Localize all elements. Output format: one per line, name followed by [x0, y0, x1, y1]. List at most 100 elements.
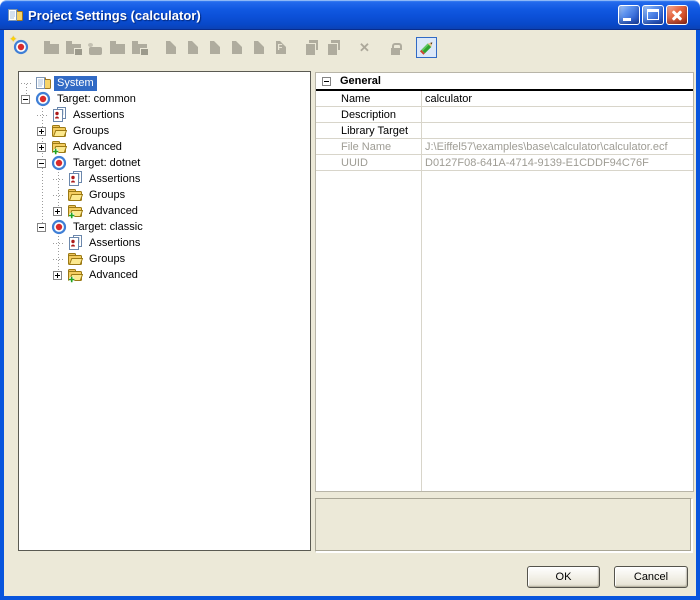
document-icon	[166, 41, 176, 54]
tree-connector	[53, 259, 65, 260]
tree-item-target-common[interactable]: Target: common	[19, 91, 310, 107]
folder-plus-icon	[67, 267, 83, 283]
tree-item-assertions[interactable]: Assertions	[19, 107, 310, 123]
folder-button-2	[107, 37, 128, 58]
folder-button-1	[41, 37, 62, 58]
assertions-icon	[51, 107, 67, 123]
folder-icon	[110, 44, 125, 54]
property-row-library-target: Library Target	[316, 123, 693, 139]
section-header-general[interactable]: General	[316, 73, 693, 91]
collapse-icon[interactable]	[37, 223, 46, 232]
tree-item-groups[interactable]: Groups	[19, 251, 310, 267]
expand-icon[interactable]	[37, 143, 46, 152]
collapse-icon[interactable]	[37, 159, 46, 168]
document-button-3	[204, 37, 225, 58]
document-icon	[210, 41, 220, 54]
tree-item-label: Advanced	[70, 140, 125, 155]
documents-pair-button-2	[323, 37, 344, 58]
lock-button	[385, 37, 406, 58]
folder-plus-icon	[67, 203, 83, 219]
tree-item-label: Assertions	[70, 108, 127, 123]
arrow-icon	[89, 47, 102, 55]
tree-item-label: Assertions	[86, 236, 143, 251]
collapse-icon[interactable]	[322, 77, 331, 86]
folder-icon	[51, 123, 67, 139]
lock-icon	[391, 48, 400, 55]
caption-buttons	[616, 5, 688, 25]
cancel-button[interactable]: Cancel	[614, 566, 688, 588]
folder-icon	[67, 251, 83, 267]
target-icon	[35, 91, 51, 107]
new-target-icon: ✦	[13, 39, 29, 55]
tree-item-label: System	[54, 76, 97, 91]
sparkle-icon: ✦	[10, 34, 18, 45]
new-target-button[interactable]: ✦	[10, 37, 31, 58]
tree-item-target-classic[interactable]: Target: classic	[19, 219, 310, 235]
tree-item-groups[interactable]: Groups	[19, 187, 310, 203]
property-row-name: Namecalculator	[316, 91, 693, 107]
edit-pencil-button[interactable]	[416, 37, 437, 58]
document-button-4	[226, 37, 247, 58]
system-icon	[35, 75, 51, 91]
property-grid[interactable]: General Namecalculator Description Library…	[315, 72, 694, 492]
ok-button[interactable]: OK	[527, 566, 600, 588]
tree-item-label: Target: dotnet	[70, 156, 143, 171]
project-settings-dialog: Project Settings (calculator) ✦ F ✕ System…	[0, 0, 700, 600]
delete-icon: ✕	[359, 41, 370, 54]
expand-icon[interactable]	[53, 207, 62, 216]
tree-item-advanced[interactable]: Advanced	[19, 203, 310, 219]
property-value[interactable]: calculator	[421, 93, 693, 105]
property-label: Description	[316, 109, 421, 121]
document-icon	[232, 41, 242, 54]
pencil-icon	[419, 39, 435, 55]
tree-item-assertions[interactable]: Assertions	[19, 235, 310, 251]
tree-item-system[interactable]: System	[19, 75, 310, 91]
tree-connector	[21, 83, 33, 84]
documents-pair-button-1	[301, 37, 322, 58]
property-label: Library Target	[316, 125, 421, 137]
tree-connector	[53, 195, 65, 196]
document-button-1	[160, 37, 181, 58]
property-row-file-name: File NameJ:\Eiffel57\examples\base\calcu…	[316, 139, 693, 155]
tree-item-label: Groups	[70, 124, 112, 139]
tree-item-label: Assertions	[86, 172, 143, 187]
toolbar: ✦ F ✕	[4, 30, 696, 64]
document-button-5	[248, 37, 269, 58]
folder-plus-icon	[51, 139, 67, 155]
maximize-icon	[647, 9, 659, 20]
collapse-icon[interactable]	[21, 95, 30, 104]
folder-badge-icon	[132, 44, 147, 54]
description-box	[315, 498, 692, 552]
document-icon	[188, 41, 198, 54]
tree-item-label: Groups	[86, 188, 128, 203]
target-icon	[51, 219, 67, 235]
expand-icon[interactable]	[53, 271, 62, 280]
targets-tree[interactable]: SystemTarget: commonAssertionsGroupsAdva…	[18, 71, 311, 551]
tree-item-advanced[interactable]: Advanced	[19, 267, 310, 283]
tree-connector	[53, 179, 65, 180]
assertions-icon	[67, 235, 83, 251]
tree-item-target-dotnet[interactable]: Target: dotnet	[19, 155, 310, 171]
close-button[interactable]	[666, 5, 688, 25]
titlebar[interactable]: Project Settings (calculator)	[0, 0, 700, 30]
target-icon	[51, 155, 67, 171]
tree-item-label: Groups	[86, 252, 128, 267]
minimize-button[interactable]	[618, 5, 640, 25]
tree-item-label: Target: classic	[70, 220, 146, 235]
folder-icon	[67, 187, 83, 203]
document-f-icon: F	[276, 41, 286, 54]
window-title: Project Settings (calculator)	[28, 8, 201, 23]
property-value: J:\Eiffel57\examples\base\calculator\cal…	[421, 141, 693, 153]
expand-icon[interactable]	[37, 127, 46, 136]
tree-item-label: Advanced	[86, 268, 141, 283]
tree-item-assertions[interactable]: Assertions	[19, 171, 310, 187]
property-label: UUID	[316, 157, 421, 169]
tree-item-groups[interactable]: Groups	[19, 123, 310, 139]
tree-item-label: Advanced	[86, 204, 141, 219]
folder-badge-icon	[66, 44, 81, 54]
property-row-description: Description	[316, 107, 693, 123]
tree-item-advanced[interactable]: Advanced	[19, 139, 310, 155]
window-frame: ✦F✕ SystemTarget: commonAssertionsGroups…	[0, 30, 700, 600]
maximize-button[interactable]	[642, 5, 664, 25]
document-f-button: F	[270, 37, 291, 58]
